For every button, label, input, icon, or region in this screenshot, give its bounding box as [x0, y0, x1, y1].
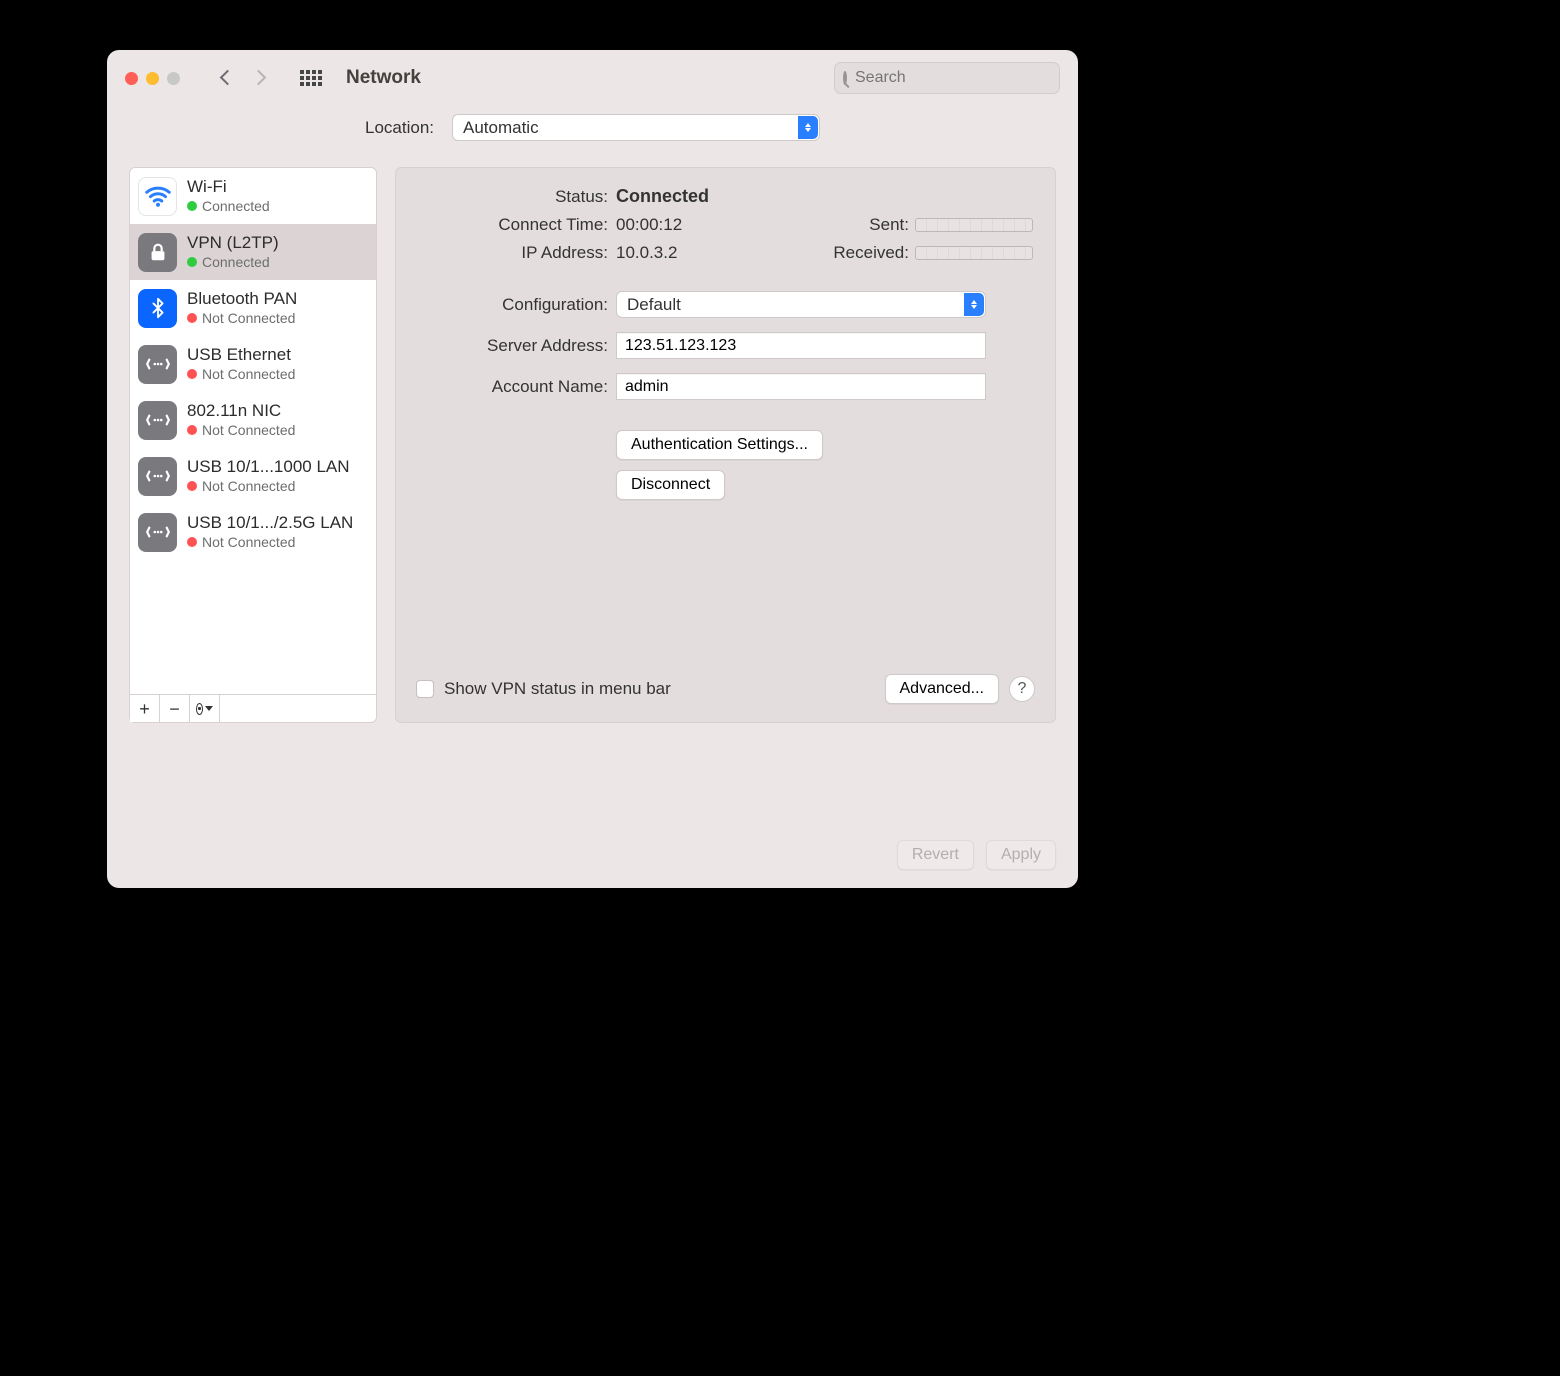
search-icon: [843, 71, 847, 85]
configuration-select[interactable]: Default: [616, 291, 986, 318]
apply-button[interactable]: Apply: [986, 840, 1056, 870]
sidebar-item[interactable]: USB 10/1...1000 LANNot Connected: [130, 448, 376, 504]
sent-meter: [915, 218, 1033, 232]
status-dot-icon: [187, 313, 197, 323]
location-row: Location: Automatic: [107, 106, 1078, 145]
status-dot-icon: [187, 369, 197, 379]
more-icon: [196, 703, 203, 715]
interface-name: USB 10/1.../2.5G LAN: [187, 513, 353, 533]
sidebar-item[interactable]: VPN (L2TP)Connected: [130, 224, 376, 280]
status-value: Connected: [616, 186, 825, 207]
location-value: Automatic: [463, 118, 539, 138]
received-label: Received:: [825, 243, 915, 263]
zoom-window-button[interactable]: [167, 72, 180, 85]
received-meter: [915, 246, 1033, 260]
interface-name: USB Ethernet: [187, 345, 295, 365]
stepper-icon: [798, 116, 818, 139]
bluetooth-icon: [138, 289, 177, 328]
server-address-label: Server Address:: [416, 336, 616, 356]
show-all-button[interactable]: [296, 66, 326, 90]
ethernet-icon: [138, 401, 177, 440]
lock-icon: [138, 233, 177, 272]
sent-label: Sent:: [825, 215, 915, 235]
remove-interface-button[interactable]: −: [160, 695, 190, 722]
interface-status: Not Connected: [187, 478, 350, 495]
interfaces-list: Wi-FiConnectedVPN (L2TP)ConnectedBluetoo…: [130, 168, 376, 694]
location-select[interactable]: Automatic: [452, 114, 820, 141]
interface-status: Not Connected: [187, 534, 353, 551]
chevron-down-icon: [205, 706, 213, 711]
interface-status: Not Connected: [187, 422, 295, 439]
ethernet-icon: [138, 457, 177, 496]
status-dot-icon: [187, 537, 197, 547]
search-field[interactable]: [834, 62, 1060, 94]
status-label: Status:: [416, 187, 616, 207]
interface-status: Connected: [187, 198, 270, 215]
status-dot-icon: [187, 201, 197, 211]
disconnect-button[interactable]: Disconnect: [616, 470, 725, 500]
status-dot-icon: [187, 481, 197, 491]
show-vpn-menubar-checkbox[interactable]: [416, 680, 434, 698]
interface-status: Connected: [187, 254, 279, 271]
account-name-input[interactable]: [616, 373, 986, 400]
nav-arrows: [216, 67, 270, 90]
window-footer: Revert Apply: [897, 840, 1056, 870]
sidebar-toolbar: + −: [130, 694, 376, 722]
sidebar-item[interactable]: USB 10/1.../2.5G LANNot Connected: [130, 504, 376, 560]
stepper-icon: [964, 293, 984, 316]
search-input[interactable]: [853, 68, 1064, 88]
show-vpn-menubar-label: Show VPN status in menu bar: [444, 679, 671, 699]
chevron-left-icon: [220, 69, 236, 85]
network-preferences-window: Network Location: Automatic Wi-FiConnect…: [107, 50, 1078, 888]
ip-address-value: 10.0.3.2: [616, 243, 825, 263]
interface-name: 802.11n NIC: [187, 401, 295, 421]
ethernet-icon: [138, 345, 177, 384]
sidebar-item[interactable]: Wi-FiConnected: [130, 168, 376, 224]
connect-time-value: 00:00:12: [616, 215, 825, 235]
ip-address-label: IP Address:: [416, 243, 616, 263]
traffic-lights: [125, 72, 180, 85]
advanced-button[interactable]: Advanced...: [885, 674, 1000, 704]
add-interface-button[interactable]: +: [130, 695, 160, 722]
interface-name: Wi-Fi: [187, 177, 270, 197]
configuration-label: Configuration:: [416, 295, 616, 315]
status-dot-icon: [187, 425, 197, 435]
grid-icon: [300, 70, 322, 86]
interfaces-sidebar: Wi-FiConnectedVPN (L2TP)ConnectedBluetoo…: [129, 167, 377, 723]
window-toolbar: Network: [107, 50, 1078, 106]
sidebar-item[interactable]: 802.11n NICNot Connected: [130, 392, 376, 448]
minimize-window-button[interactable]: [146, 72, 159, 85]
account-name-label: Account Name:: [416, 377, 616, 397]
interface-name: VPN (L2TP): [187, 233, 279, 253]
close-window-button[interactable]: [125, 72, 138, 85]
sidebar-item[interactable]: USB EthernetNot Connected: [130, 336, 376, 392]
connect-time-label: Connect Time:: [416, 215, 616, 235]
wifi-icon: [138, 177, 177, 216]
interface-status: Not Connected: [187, 366, 295, 383]
interface-actions-menu[interactable]: [190, 695, 220, 722]
help-button[interactable]: ?: [1009, 676, 1035, 702]
interface-status: Not Connected: [187, 310, 297, 327]
back-button[interactable]: [216, 67, 239, 90]
window-title: Network: [346, 67, 421, 89]
chevron-right-icon: [251, 69, 267, 85]
sidebar-item[interactable]: Bluetooth PANNot Connected: [130, 280, 376, 336]
ethernet-icon: [138, 513, 177, 552]
location-label: Location:: [365, 118, 442, 138]
authentication-settings-button[interactable]: Authentication Settings...: [616, 430, 823, 460]
revert-button[interactable]: Revert: [897, 840, 974, 870]
interface-name: Bluetooth PAN: [187, 289, 297, 309]
interface-details-panel: Status: Connected Connect Time: 00:00:12…: [395, 167, 1056, 723]
server-address-input[interactable]: [616, 332, 986, 359]
forward-button[interactable]: [247, 67, 270, 90]
status-dot-icon: [187, 257, 197, 267]
interface-name: USB 10/1...1000 LAN: [187, 457, 350, 477]
configuration-value: Default: [627, 295, 681, 315]
